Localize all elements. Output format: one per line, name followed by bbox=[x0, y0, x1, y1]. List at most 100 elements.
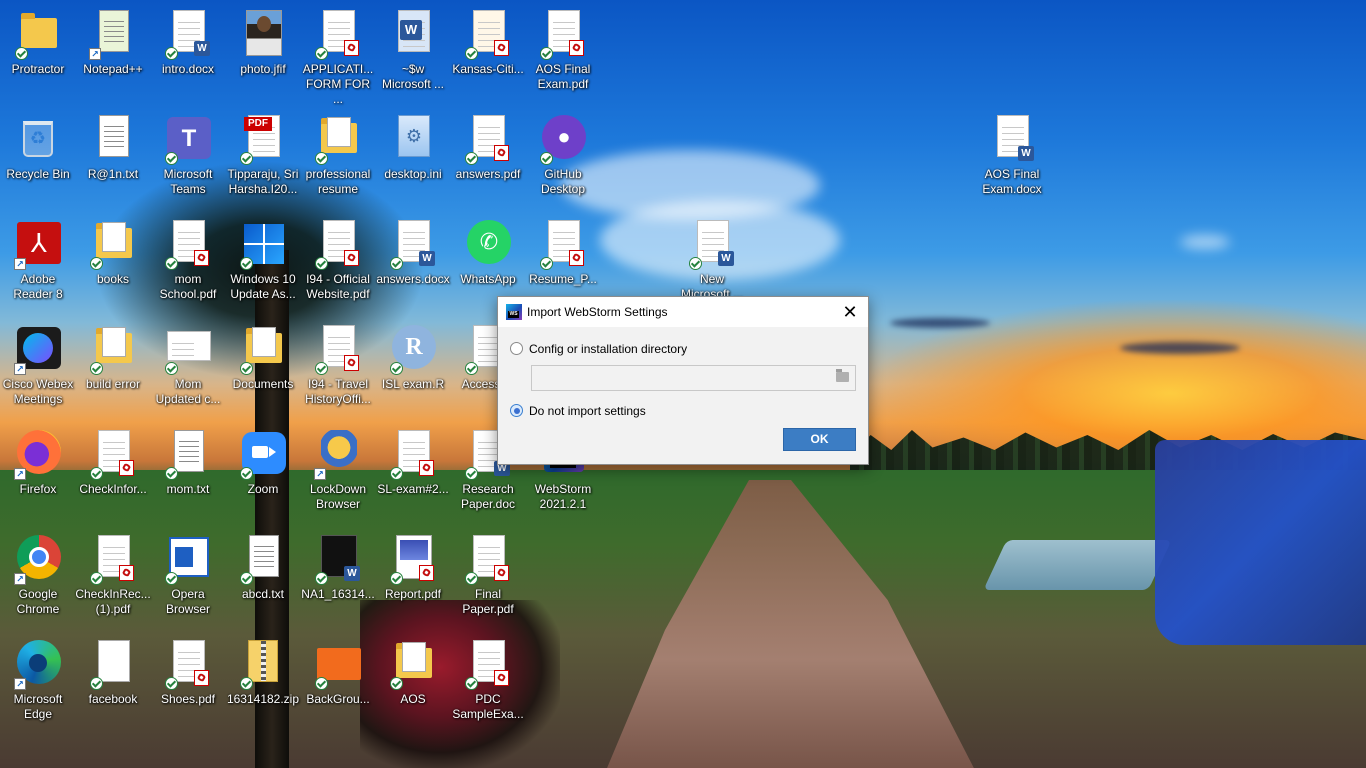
desktop-icon-teams[interactable]: T Microsoft Teams bbox=[150, 109, 226, 209]
desktop-icon-pdc-sample[interactable]: PDC SampleExa... bbox=[450, 634, 526, 734]
sync-status-icon bbox=[165, 572, 178, 585]
sync-status-icon bbox=[165, 152, 178, 165]
word-document-icon: W bbox=[163, 10, 213, 60]
do-not-import-radio[interactable] bbox=[510, 404, 523, 417]
close-button[interactable]: ✕ bbox=[832, 297, 868, 327]
firefox-icon: ↗ bbox=[13, 430, 63, 480]
sync-status-icon bbox=[390, 572, 403, 585]
config-directory-radio[interactable] bbox=[510, 342, 523, 355]
desktop-icon-aos-final-docx[interactable]: W AOS Final Exam.docx bbox=[974, 109, 1050, 209]
desktop-icon-intro-docx[interactable]: W intro.docx bbox=[150, 4, 226, 104]
desktop-icon-i94-official[interactable]: I94 - Official Website.pdf bbox=[300, 214, 376, 314]
desktop-icon-label: ISL exam.R bbox=[381, 377, 445, 391]
desktop-icon-notepadpp[interactable]: ↗ Notepad++ bbox=[75, 4, 151, 104]
sync-status-icon bbox=[465, 572, 478, 585]
desktop-icon-google-chrome[interactable]: ↗ Google Chrome bbox=[0, 529, 76, 629]
pdf-document-icon bbox=[313, 325, 363, 375]
sync-status-icon bbox=[315, 572, 328, 585]
folder-icon bbox=[313, 115, 363, 165]
desktop-icon-github-desktop[interactable]: ● GitHub Desktop bbox=[525, 109, 601, 209]
desktop-icon-i94-travel[interactable]: I94 - Travel HistoryOffi... bbox=[300, 319, 376, 419]
desktop-icon-r1n-txt[interactable]: R@1n.txt bbox=[75, 109, 151, 209]
desktop-icon-windows-update[interactable]: Windows 10 Update As... bbox=[225, 214, 301, 314]
browse-folder-icon[interactable] bbox=[836, 369, 849, 382]
desktop-icon-label: professional resume bbox=[305, 167, 371, 196]
desktop-icon-firefox[interactable]: ↗ Firefox bbox=[0, 424, 76, 524]
zip-archive-icon bbox=[238, 640, 288, 690]
desktop-icon-books[interactable]: books bbox=[75, 214, 151, 314]
desktop-icon-label: books bbox=[96, 272, 130, 286]
config-path-field[interactable] bbox=[531, 365, 856, 391]
desktop-icon-label: LockDown Browser bbox=[309, 482, 367, 511]
desktop-icon-protractor[interactable]: Protractor bbox=[0, 4, 76, 104]
desktop-icon-report-pdf[interactable]: Report.pdf bbox=[375, 529, 451, 629]
desktop-icon-na1-file[interactable]: W NA1_16314... bbox=[300, 529, 376, 629]
desktop-icon-label: Notepad++ bbox=[83, 62, 143, 76]
desktop-icon-checkinrec[interactable]: CheckInRec... (1).pdf bbox=[75, 529, 151, 629]
desktop-icon-kansas-certificate[interactable]: Kansas-Citi... bbox=[450, 4, 526, 104]
desktop-icon-shoes-pdf[interactable]: Shoes.pdf bbox=[150, 634, 226, 734]
desktop-icon-mom-school[interactable]: mom School.pdf bbox=[150, 214, 226, 314]
webstorm-icon bbox=[506, 304, 522, 320]
pdf-document-icon bbox=[313, 220, 363, 270]
desktop-icon-label: APPLICATI... FORM FOR ... bbox=[302, 62, 374, 106]
ok-button[interactable]: OK bbox=[783, 428, 856, 451]
desktop-icon-background[interactable]: BackGrou... bbox=[300, 634, 376, 734]
desktop-icon-application-form[interactable]: APPLICATI... FORM FOR ... bbox=[300, 4, 376, 106]
desktop-icon-facebook[interactable]: facebook bbox=[75, 634, 151, 734]
desktop-icon-checkinfor[interactable]: CheckInfor... bbox=[75, 424, 151, 524]
desktop-icon-microsoft-edge[interactable]: ↗ Microsoft Edge bbox=[0, 634, 76, 734]
desktop-icon-professional-resume[interactable]: professional resume bbox=[300, 109, 376, 209]
desktop-icon-desktop-ini[interactable]: desktop.ini bbox=[375, 109, 451, 209]
sync-status-icon bbox=[315, 152, 328, 165]
desktop-icon-label: Resume_P... bbox=[529, 272, 597, 286]
desktop-icon-label: AOS Final Exam.pdf bbox=[535, 62, 591, 91]
desktop-icon-mom-txt[interactable]: mom.txt bbox=[150, 424, 226, 524]
word-document-icon: W bbox=[687, 220, 737, 270]
dialog-titlebar[interactable]: Import WebStorm Settings ✕ bbox=[498, 297, 868, 327]
desktop-icon-answers-docx[interactable]: W answers.docx bbox=[375, 214, 451, 314]
desktop-icon-final-paper[interactable]: Final Paper.pdf bbox=[450, 529, 526, 629]
desktop-icon-build-error[interactable]: build error bbox=[75, 319, 151, 419]
shortcut-arrow-icon: ↗ bbox=[14, 468, 26, 480]
wallpaper-dark-cloud bbox=[890, 318, 990, 328]
sync-status-icon bbox=[240, 677, 253, 690]
text-file-icon bbox=[163, 430, 213, 480]
desktop-icon-cisco-webex[interactable]: ↗ Cisco Webex Meetings bbox=[0, 319, 76, 419]
sync-status-icon bbox=[689, 257, 702, 270]
desktop-icon-mom-updated[interactable]: Mom Updated c... bbox=[150, 319, 226, 419]
adobe-reader-icon: ↗ bbox=[13, 220, 63, 270]
desktop-icon-label: Google Chrome bbox=[16, 587, 60, 616]
sync-status-icon bbox=[540, 257, 553, 270]
recycle-bin-icon bbox=[13, 115, 63, 163]
sync-status-icon bbox=[90, 467, 103, 480]
desktop-icon-adobe-reader[interactable]: ↗ Adobe Reader 8 bbox=[0, 214, 76, 314]
dialog-title: Import WebStorm Settings bbox=[527, 305, 668, 319]
desktop-icon-label: photo.jfif bbox=[240, 62, 286, 76]
folder-icon bbox=[388, 640, 438, 690]
pdf-document-icon bbox=[463, 640, 513, 690]
desktop-icon-zip-archive[interactable]: 16314182.zip bbox=[225, 634, 301, 734]
text-file-icon bbox=[88, 115, 138, 163]
desktop-icon-zoom[interactable]: Zoom bbox=[225, 424, 301, 524]
desktop-icon-aos-folder[interactable]: AOS bbox=[375, 634, 451, 734]
desktop-icon-lockdown-browser[interactable]: ↗ LockDown Browser bbox=[300, 424, 376, 524]
folder-icon bbox=[88, 220, 138, 270]
folder-icon bbox=[13, 10, 63, 60]
desktop-icon-sl-exam[interactable]: SL-exam#2... bbox=[375, 424, 451, 524]
desktop-icon-tipparaju[interactable]: PDF Tipparaju, Sri Harsha.I20... bbox=[225, 109, 301, 209]
desktop-icon-answers-pdf[interactable]: answers.pdf bbox=[450, 109, 526, 209]
desktop-icon-isl-exam-r[interactable]: R ISL exam.R bbox=[375, 319, 451, 419]
sync-status-icon bbox=[390, 677, 403, 690]
desktop-icon-aos-final-pdf[interactable]: AOS Final Exam.pdf bbox=[525, 4, 601, 104]
desktop-icon-word-temp[interactable]: W ~$w Microsoft ... bbox=[375, 4, 451, 104]
desktop-icon-label: Tipparaju, Sri Harsha.I20... bbox=[227, 167, 299, 196]
wallpaper-cloud bbox=[1180, 235, 1230, 249]
desktop-icon-recycle-bin[interactable]: Recycle Bin bbox=[0, 109, 76, 209]
desktop-icon-label: Recycle Bin bbox=[6, 167, 70, 181]
desktop-icon-opera-browser[interactable]: Opera Browser bbox=[150, 529, 226, 629]
desktop-icon-abcd-txt[interactable]: abcd.txt bbox=[225, 529, 301, 629]
sync-status-icon bbox=[540, 47, 553, 60]
desktop-icon-documents[interactable]: Documents bbox=[225, 319, 301, 419]
desktop-icon-photo[interactable]: photo.jfif bbox=[225, 4, 301, 104]
